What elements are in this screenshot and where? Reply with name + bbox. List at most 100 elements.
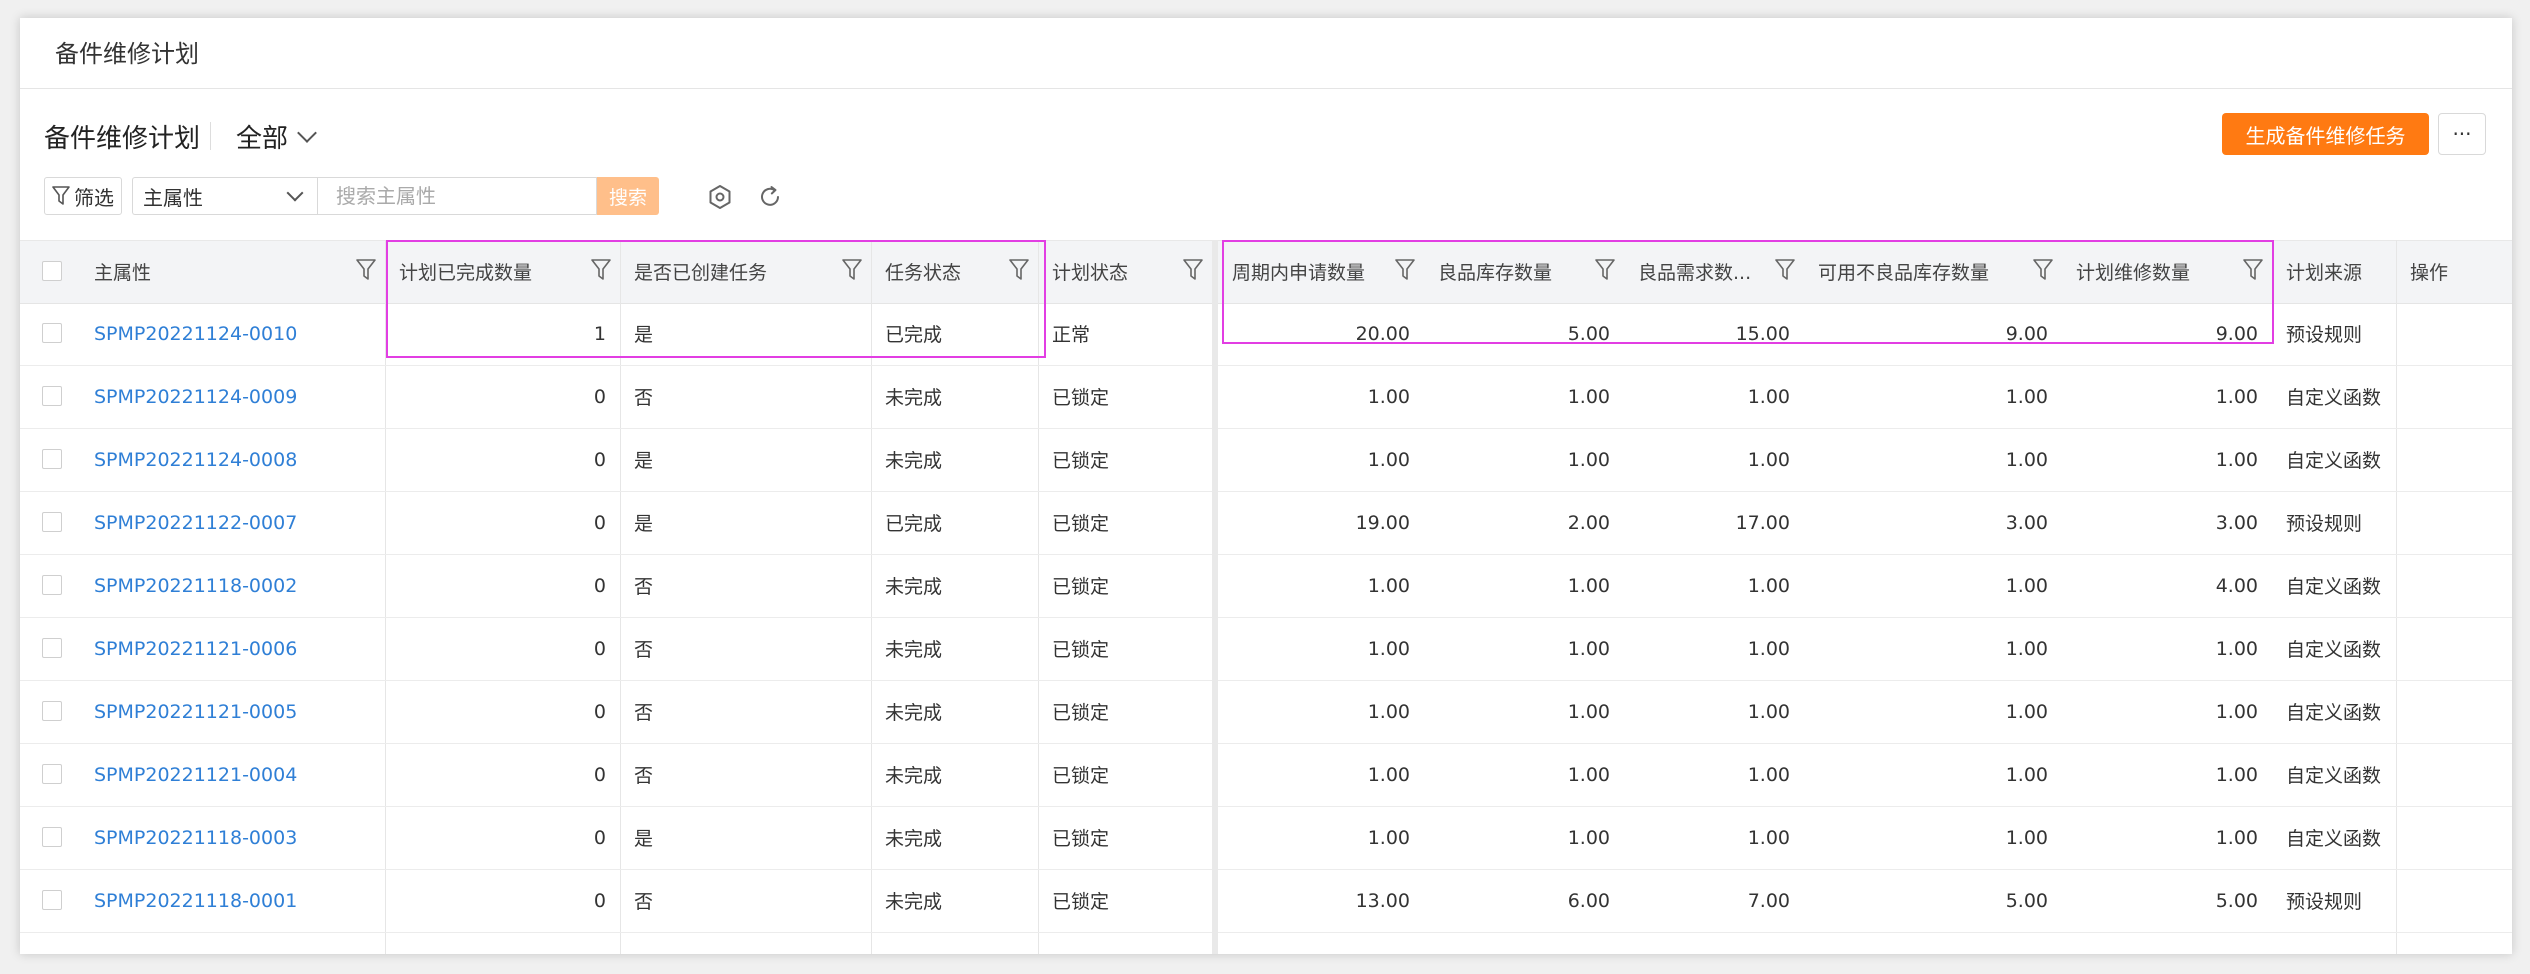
settings-icon[interactable]	[706, 183, 734, 211]
cell-main-attribute[interactable]: SPMP20221124-0009	[80, 365, 385, 428]
filter-period-request-qty-icon[interactable]	[1394, 258, 1416, 282]
page-header: 备件维修计划	[20, 18, 2512, 89]
table-row[interactable]: SPMP20221121-0006 0 否 未完成 已锁定 1.00 1.00 1.00 1.0…	[20, 617, 2512, 681]
table-row[interactable]: SPMP20221121-0005 0 否 未完成 已锁定 1.00 1.00 1.00 1.0…	[20, 680, 2512, 744]
cell-main-attribute[interactable]: SPMP20221121-0005	[80, 680, 385, 743]
cell-task-status: 未完成	[885, 702, 943, 724]
cell-good-stock-qty: 1.00	[1567, 637, 1610, 660]
filter-planned-repair-qty-icon[interactable]	[2242, 258, 2264, 282]
cell-plan-status: 已锁定	[1052, 450, 1110, 472]
filter-good-demand-qty-icon[interactable]	[1774, 258, 1796, 282]
cell-task-status: 未完成	[885, 765, 943, 787]
row-checkbox[interactable]	[42, 638, 62, 658]
cell-good-stock-qty: 6.00	[1567, 889, 1610, 912]
table-row[interactable]: SPMP20221121-0004 0 否 未完成 已锁定 1.00 1.00 1.00 1.0…	[20, 743, 2512, 807]
table-row[interactable]: SPMP20221124-0009 0 否 未完成 已锁定 1.00 1.00 1.00 1.0…	[20, 365, 2512, 429]
more-actions-button[interactable]: ···	[2438, 113, 2486, 155]
cell-good-demand-qty: 15.00	[1735, 322, 1790, 345]
filter-plan-status-icon[interactable]	[1182, 258, 1204, 282]
search-button[interactable]: 搜索	[597, 177, 659, 215]
select-all-checkbox[interactable]	[42, 261, 62, 281]
view-scope-dropdown[interactable]: 全部	[236, 118, 317, 155]
cell-period-request-qty: 1.00	[1367, 637, 1410, 660]
filter-main-attribute-icon[interactable]	[355, 258, 377, 282]
cell-task-created: 是	[634, 324, 654, 346]
cell-completed-qty: 0	[593, 700, 606, 723]
view-divider	[210, 122, 211, 150]
generate-repair-task-button[interactable]: 生成备件维修任务	[2222, 113, 2429, 155]
filter-button[interactable]: 筛选	[44, 177, 122, 215]
cell-period-request-qty: 1.00	[1367, 826, 1410, 849]
cell-good-demand-qty: 1.00	[1747, 574, 1790, 597]
cell-main-attribute[interactable]: SPMP20221122-0007	[80, 491, 385, 554]
row-checkbox[interactable]	[42, 575, 62, 595]
cell-period-request-qty: 19.00	[1355, 511, 1410, 534]
cell-plan-status: 已锁定	[1052, 639, 1110, 661]
cell-usable-defective-qty: 5.00	[2005, 889, 2048, 912]
table-row[interactable]: SPMP20221118-0003 0 是 未完成 已锁定 1.00 1.00 1.00 1.0…	[20, 806, 2512, 870]
refresh-icon[interactable]	[756, 183, 784, 211]
cell-plan-source: 自定义函数	[2286, 828, 2382, 850]
table-row[interactable]: SPMP20221124-0010 1 是 已完成 正常 20.00 5.00 15.00 9.…	[20, 302, 2512, 366]
cell-completed-qty: 0	[593, 448, 606, 471]
cell-main-attribute[interactable]: SPMP20221124-0010	[80, 302, 385, 365]
row-checkbox[interactable]	[42, 890, 62, 910]
cell-main-attribute[interactable]: SPMP20221121-0006	[80, 617, 385, 680]
cell-good-demand-qty: 1.00	[1747, 448, 1790, 471]
cell-planned-repair-qty: 1.00	[2215, 637, 2258, 660]
cell-usable-defective-qty: 1.00	[2005, 574, 2048, 597]
header-task-created: 是否已创建任务	[634, 261, 768, 284]
cell-main-attribute[interactable]: SPMP20221118-0003	[80, 806, 385, 869]
filter-usable-defective-qty-icon[interactable]	[2032, 258, 2054, 282]
cell-period-request-qty: 1.00	[1367, 763, 1410, 786]
table-row[interactable]: SPMP20221124-0008 0 是 未完成 已锁定 1.00 1.00 1.00 1.0…	[20, 428, 2512, 492]
main-card: 备件维修计划 备件维修计划 全部 生成备件维修任务 ··· 筛选 主属性 搜索 …	[20, 18, 2512, 954]
header-plan-source: 计划来源	[2286, 261, 2363, 284]
cell-good-stock-qty: 1.00	[1567, 763, 1610, 786]
cell-completed-qty: 0	[593, 511, 606, 534]
cell-planned-repair-qty: 1.00	[2215, 763, 2258, 786]
cell-task-created: 否	[634, 639, 654, 661]
filter-label: 筛选	[74, 185, 114, 210]
cell-planned-repair-qty: 4.00	[2215, 574, 2258, 597]
cell-main-attribute[interactable]: SPMP20221124-0008	[80, 428, 385, 491]
cell-task-status: 未完成	[885, 450, 943, 472]
cell-main-attribute[interactable]: SPMP20221118-0001	[80, 869, 385, 932]
row-checkbox[interactable]	[42, 764, 62, 784]
row-checkbox[interactable]	[42, 701, 62, 721]
header-completed-qty: 计划已完成数量	[399, 261, 533, 284]
cell-plan-status: 已锁定	[1052, 513, 1110, 535]
cell-plan-status: 已锁定	[1052, 387, 1110, 409]
row-checkbox[interactable]	[42, 323, 62, 343]
cell-good-stock-qty: 1.00	[1567, 700, 1610, 723]
cell-good-demand-qty: 1.00	[1747, 763, 1790, 786]
filter-task-status-icon[interactable]	[1008, 258, 1030, 282]
search-input[interactable]	[317, 177, 597, 215]
filter-good-stock-qty-icon[interactable]	[1594, 258, 1616, 282]
attribute-select[interactable]: 主属性	[132, 177, 317, 215]
cell-main-attribute[interactable]: SPMP20221118-0002	[80, 554, 385, 617]
cell-main-attribute[interactable]: SPMP20221121-0004	[80, 743, 385, 806]
row-checkbox[interactable]	[42, 449, 62, 469]
filter-task-created-icon[interactable]	[841, 258, 863, 282]
filter-completed-qty-icon[interactable]	[590, 258, 612, 282]
table-row[interactable]: SPMP20221118-0002 0 否 未完成 已锁定 1.00 1.00 1.00 1.0…	[20, 554, 2512, 618]
cell-usable-defective-qty: 3.00	[2005, 511, 2048, 534]
row-checkbox[interactable]	[42, 386, 62, 406]
cell-planned-repair-qty: 1.00	[2215, 385, 2258, 408]
funnel-icon	[52, 186, 70, 205]
row-checkbox[interactable]	[42, 827, 62, 847]
cell-good-stock-qty: 2.00	[1567, 511, 1610, 534]
table-row[interactable]: SPMP20221118-0001 0 否 未完成 已锁定 13.00 6.00 7.00 5.…	[20, 869, 2512, 933]
table-row[interactable]: SPMP20221122-0007 0 是 已完成 已锁定 19.00 2.00 17.00 3…	[20, 491, 2512, 555]
cell-plan-source: 预设规则	[2286, 324, 2363, 346]
cell-usable-defective-qty: 1.00	[2005, 826, 2048, 849]
cell-usable-defective-qty: 1.00	[2005, 385, 2048, 408]
cell-task-status: 已完成	[885, 513, 943, 535]
page-title: 备件维修计划	[55, 40, 199, 68]
cell-plan-source: 预设规则	[2286, 513, 2363, 535]
header-usable-defective-qty: 可用不良品库存数量	[1818, 261, 1990, 284]
cell-task-created: 否	[634, 576, 654, 598]
row-checkbox[interactable]	[42, 512, 62, 532]
cell-good-demand-qty: 1.00	[1747, 385, 1790, 408]
